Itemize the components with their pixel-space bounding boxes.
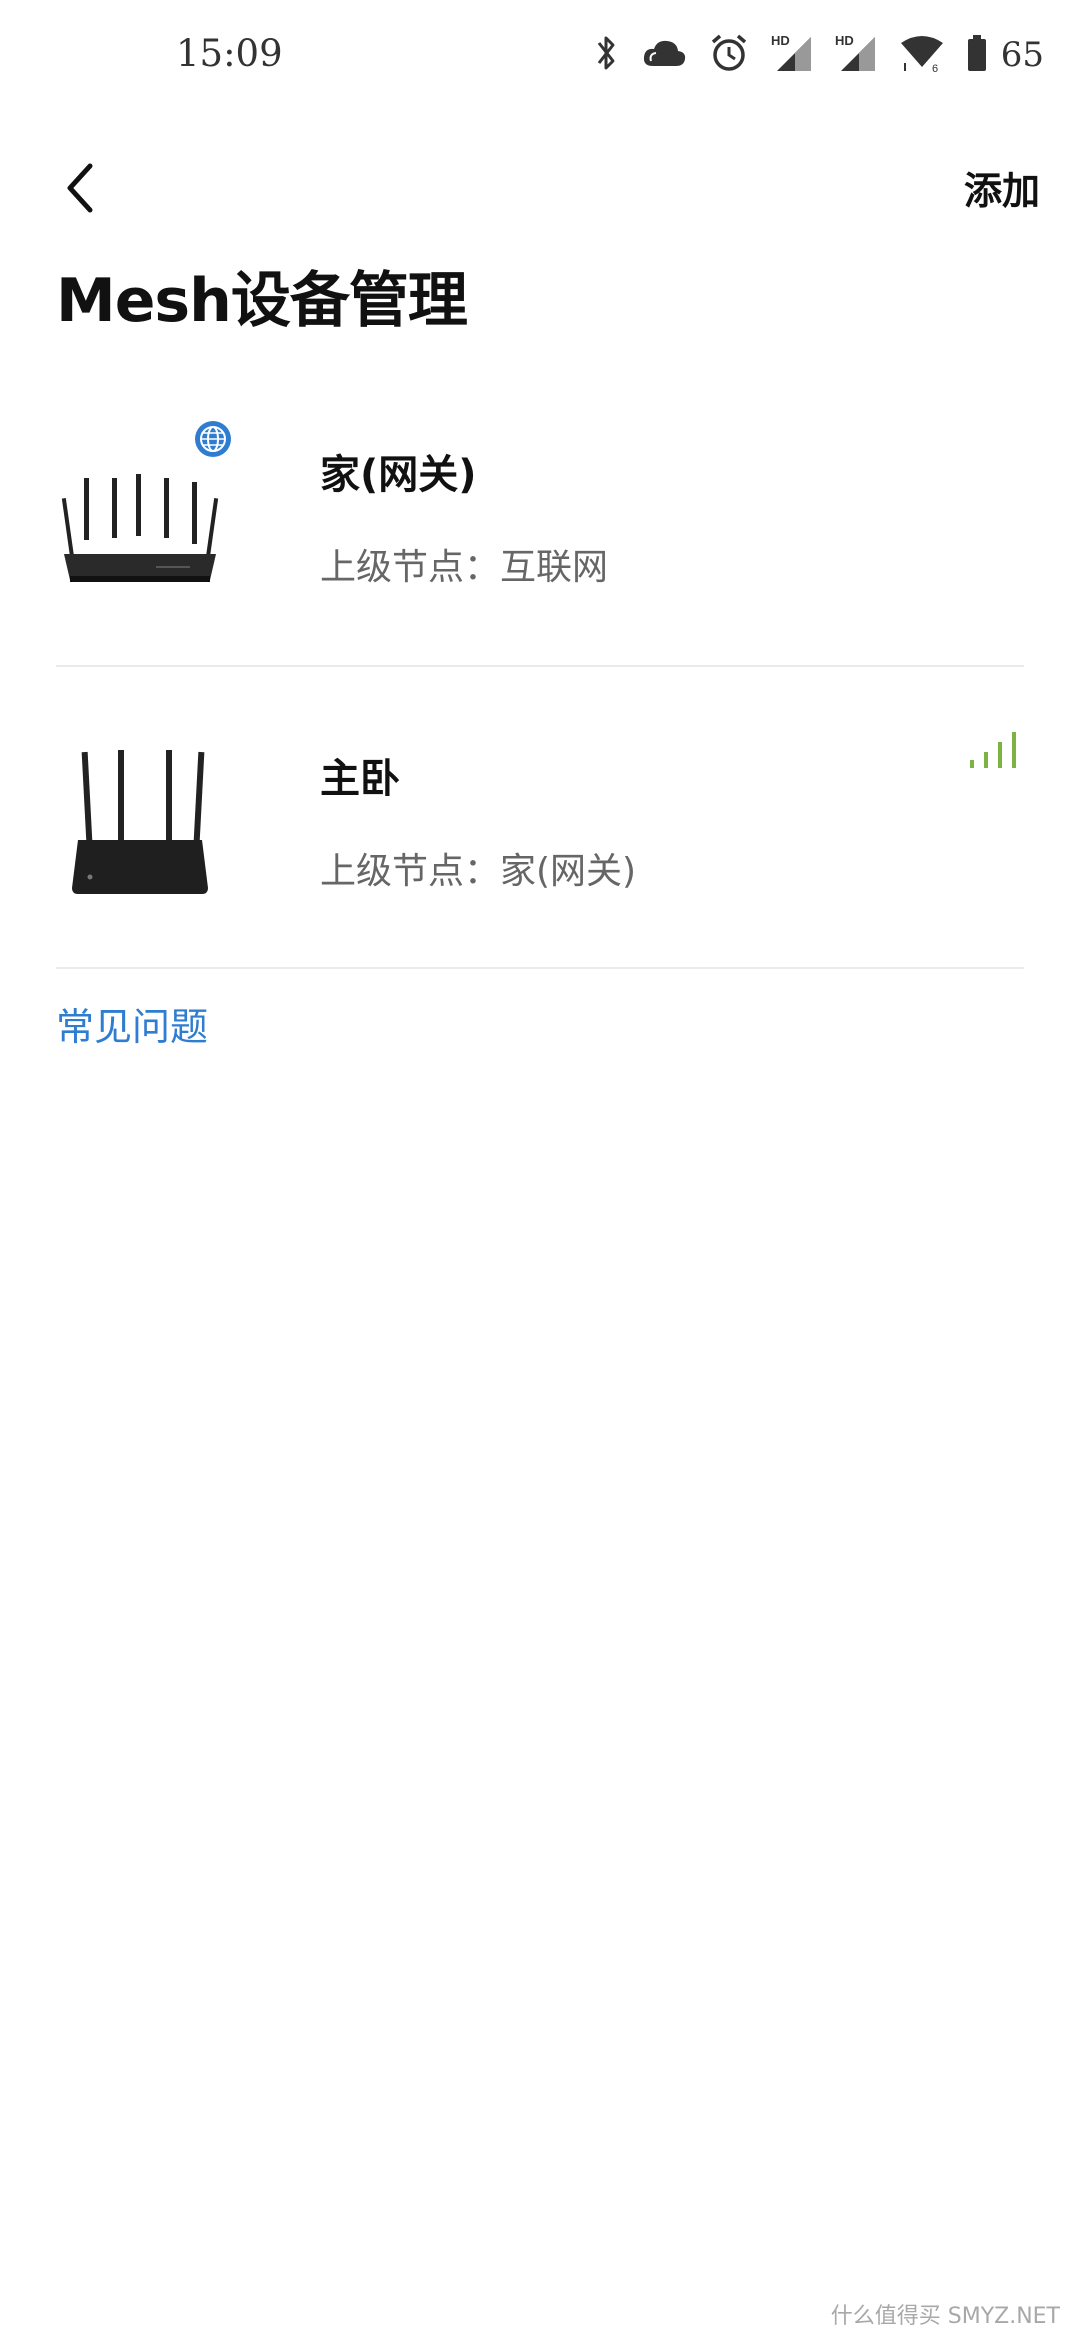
- page-title: Mesh设备管理: [56, 266, 468, 336]
- router-four-antenna-icon: [56, 712, 236, 912]
- status-icons: HD HD 6 65: [593, 30, 1044, 80]
- status-bar: 15:09 HD HD 6 65: [0, 0, 1080, 120]
- alarm-icon: [709, 33, 749, 77]
- status-time: 15:09: [176, 32, 283, 75]
- chevron-left-icon: [67, 163, 93, 213]
- back-button[interactable]: [50, 158, 110, 218]
- device-name: 主卧: [320, 756, 400, 802]
- watermark: 什么值得买 SMYZ.NET: [830, 2304, 1060, 2329]
- divider: [56, 665, 1024, 667]
- wifi-icon: 6: [899, 33, 945, 77]
- device-name: 家(网关): [320, 452, 477, 498]
- bluetooth-icon: [593, 33, 619, 77]
- hd-signal-icon: HD: [835, 33, 877, 77]
- globe-icon: [194, 420, 232, 458]
- device-item-gateway[interactable]: 家(网关) 上级节点：互联网: [56, 408, 1024, 668]
- device-parent-label: 上级节点：互联网: [320, 547, 609, 588]
- battery-icon: [967, 34, 987, 76]
- cloud-icon: [641, 36, 687, 74]
- device-parent-label: 上级节点：家(网关): [320, 851, 637, 892]
- svg-text:HD: HD: [771, 33, 790, 48]
- add-button[interactable]: 添加: [964, 160, 1040, 215]
- svg-text:6: 6: [932, 63, 938, 73]
- signal-strength-icon: [968, 730, 1024, 770]
- battery-percent: 65: [1000, 35, 1044, 75]
- device-item-master-bedroom[interactable]: 主卧 上级节点：家(网关): [56, 712, 1024, 972]
- svg-text:HD: HD: [835, 33, 854, 48]
- hd-signal-icon: HD: [771, 33, 813, 77]
- faq-link[interactable]: 常见问题: [56, 996, 208, 1051]
- divider: [56, 967, 1024, 969]
